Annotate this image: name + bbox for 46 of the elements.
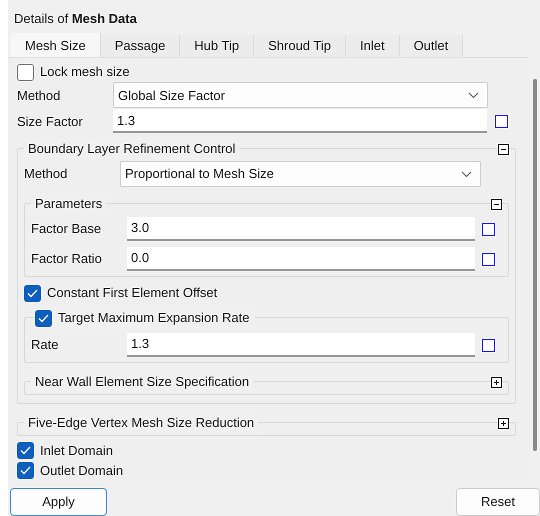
collapse-icon[interactable]	[491, 198, 502, 210]
apply-button[interactable]: Apply	[10, 488, 107, 516]
checkbox-label: Lock mesh size	[40, 63, 130, 82]
parameter-toggle[interactable]	[482, 252, 495, 266]
chevron-down-icon	[468, 92, 479, 99]
parameter-toggle[interactable]	[482, 338, 495, 352]
field-label: Method	[17, 86, 62, 105]
checkbox-label: Target Maximum Expansion Rate	[58, 309, 250, 328]
expand-icon[interactable]	[498, 418, 509, 429]
field-label: Method	[24, 165, 68, 184]
field-label: Rate	[31, 336, 60, 354]
checkbox[interactable]	[17, 442, 34, 459]
tab[interactable]: Passage	[100, 35, 180, 57]
checkmark-icon	[20, 466, 31, 476]
checkbox[interactable]	[24, 284, 41, 302]
chevron-down-icon	[461, 170, 472, 178]
checkbox[interactable]	[17, 64, 34, 81]
text-field[interactable]: 1.3	[127, 333, 475, 358]
checkbox-label: Constant First Element Offset	[47, 284, 218, 302]
checkmark-icon	[20, 446, 31, 455]
panel-title: Details of Mesh Data	[14, 10, 137, 28]
scrollbar-thumb[interactable]	[533, 79, 537, 451]
field-label: Factor Base	[31, 220, 102, 238]
dropdown[interactable]: Proportional to Mesh Size	[120, 161, 481, 188]
parameter-toggle[interactable]	[482, 222, 495, 236]
checkbox[interactable]	[17, 462, 34, 480]
tab[interactable]: Mesh Size	[11, 33, 101, 58]
checkmark-icon	[38, 314, 49, 323]
tab[interactable]: Hub Tip	[180, 35, 254, 57]
tab[interactable]: Inlet	[346, 35, 400, 57]
checkbox[interactable]	[35, 310, 52, 327]
checkbox-label: Inlet Domain	[40, 442, 113, 460]
reset-button[interactable]: Reset	[456, 488, 540, 516]
dropdown[interactable]: Global Size Factor	[113, 82, 488, 108]
tab[interactable]: Shroud Tip	[254, 35, 346, 57]
expand-icon[interactable]	[491, 376, 502, 388]
text-field[interactable]: 1.3	[113, 109, 487, 134]
text-field[interactable]: 0.0	[127, 247, 475, 272]
checkbox-label: Outlet Domain	[40, 462, 124, 480]
tab[interactable]: Outlet	[400, 35, 464, 57]
field-label: Factor Ratio	[31, 250, 103, 268]
checkmark-icon	[27, 288, 38, 298]
parameter-toggle[interactable]	[495, 114, 508, 128]
text-field[interactable]: 3.0	[127, 217, 475, 242]
collapse-icon[interactable]	[498, 144, 509, 155]
field-label: Size Factor	[17, 112, 84, 131]
